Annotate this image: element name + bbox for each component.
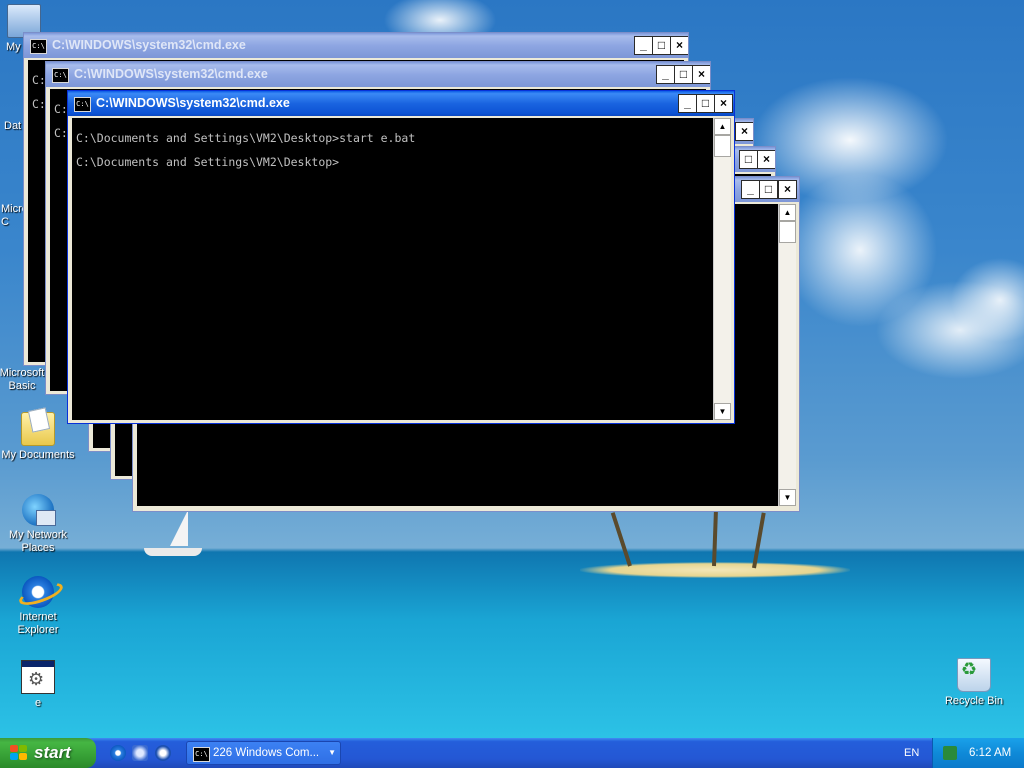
close-button[interactable]: ×: [757, 150, 775, 169]
scroll-up-button[interactable]: ▲: [714, 118, 731, 135]
close-button[interactable]: ×: [714, 94, 733, 113]
desktop-background: My Dat Micros C Microsoft Basic My Docum…: [0, 0, 1024, 738]
console-line-1: C:\Documents and Settings\VM2\Desktop>st…: [76, 131, 416, 145]
palm-tree: [752, 512, 766, 569]
title-bar[interactable]: C:\ C:\WINDOWS\system32\cmd.exe _ □ ×: [46, 62, 710, 87]
palm-tree: [712, 507, 719, 567]
minimize-button[interactable]: _: [678, 94, 697, 113]
close-button[interactable]: ×: [670, 36, 688, 55]
scroll-up-button[interactable]: ▲: [779, 204, 796, 221]
windows-logo-icon: [10, 745, 28, 761]
chevron-down-icon: ▼: [328, 748, 336, 757]
close-button[interactable]: ×: [692, 65, 710, 84]
network-tray-icon[interactable]: [943, 746, 957, 760]
cmd-icon: C:\: [30, 39, 47, 54]
cmd-icon: C:\: [74, 97, 91, 112]
minimize-button[interactable]: _: [656, 65, 675, 84]
internet-explorer-icon: [22, 576, 54, 608]
minimize-button[interactable]: _: [634, 36, 653, 55]
taskbar: start C:\ 226 Windows Com... ▼ EN 6:12 A…: [0, 738, 1024, 768]
network-places-icon: [22, 494, 56, 526]
quick-launch-ie-icon[interactable]: [110, 745, 126, 761]
window-title: C:\WINDOWS\system32\cmd.exe: [52, 38, 246, 52]
console-line-2: C:\Documents and Settings\VM2\Desktop>: [76, 155, 340, 169]
scroll-thumb[interactable]: [714, 135, 731, 157]
cmd-icon: C:\: [193, 747, 210, 762]
desktop-icon-microsoft-basic[interactable]: Microsoft Basic: [0, 367, 48, 393]
quick-launch-media-player-icon[interactable]: [155, 745, 171, 761]
desktop-icon-recycle-bin[interactable]: Recycle Bin: [936, 658, 1012, 708]
recycle-bin-icon: [957, 658, 991, 692]
desktop-icon-internet-explorer[interactable]: Internet Explorer: [0, 576, 76, 637]
window-title: C:\WINDOWS\system32\cmd.exe: [96, 96, 290, 110]
maximize-button[interactable]: □: [739, 150, 758, 169]
minimize-button[interactable]: _: [741, 180, 760, 199]
desktop-icon-e-bat[interactable]: e: [0, 660, 76, 710]
system-tray: 6:12 AM: [932, 738, 1024, 768]
close-button[interactable]: ×: [778, 180, 797, 199]
maximize-button[interactable]: □: [696, 94, 715, 113]
maximize-button[interactable]: □: [674, 65, 693, 84]
maximize-button[interactable]: □: [652, 36, 671, 55]
title-bar[interactable]: C:\ C:\WINDOWS\system32\cmd.exe _ □ ×: [24, 33, 688, 58]
console-output[interactable]: C:\Documents and Settings\VM2\Desktop>st…: [72, 118, 713, 420]
window-title: C:\WINDOWS\system32\cmd.exe: [74, 67, 268, 81]
scroll-down-button[interactable]: ▼: [779, 489, 796, 506]
batch-file-icon: [21, 660, 55, 694]
cmd-window-active[interactable]: C:\ C:\WINDOWS\system32\cmd.exe _ □ × C:…: [67, 90, 735, 424]
my-documents-icon: [21, 412, 55, 446]
quick-launch-desktop-icon[interactable]: [132, 745, 148, 761]
vertical-scrollbar[interactable]: ▲ ▼: [778, 204, 796, 506]
close-button[interactable]: ×: [735, 122, 753, 141]
desktop-icon-network-places[interactable]: My Network Places: [0, 494, 76, 555]
vertical-scrollbar[interactable]: ▲ ▼: [713, 118, 731, 420]
cmd-icon: C:\: [52, 68, 69, 83]
language-indicator[interactable]: EN: [904, 738, 919, 768]
palm-tree: [610, 512, 632, 567]
clock[interactable]: 6:12 AM: [969, 738, 1011, 768]
title-bar[interactable]: C:\ C:\WINDOWS\system32\cmd.exe _ □ ×: [68, 91, 734, 116]
start-button[interactable]: start: [0, 738, 96, 768]
maximize-button[interactable]: □: [759, 180, 778, 199]
desktop-icon-my-documents[interactable]: My Documents: [0, 412, 76, 462]
scroll-down-button[interactable]: ▼: [714, 403, 731, 420]
scroll-thumb[interactable]: [779, 221, 796, 243]
taskbar-group-cmd[interactable]: C:\ 226 Windows Com... ▼: [186, 741, 341, 765]
sailboat: [140, 510, 204, 560]
